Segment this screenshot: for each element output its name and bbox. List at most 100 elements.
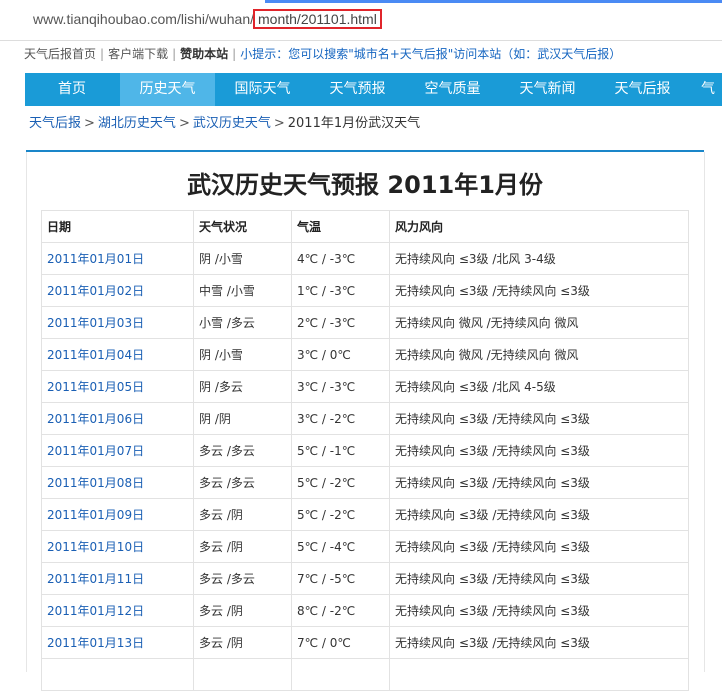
table-row: 2011年01月02日 中雪 /小雪 1℃ / -3℃ 无持续风向 ≤3级 /无持续风…: [41, 274, 689, 307]
date-link[interactable]: 2011年01月04日: [47, 348, 144, 362]
cell-date: 2011年01月11日: [41, 562, 194, 595]
table-row: 2011年01月06日 阴 /阴 3℃ / -2℃ 无持续风向 ≤3级 /无持续风向 …: [41, 402, 689, 435]
breadcrumb-separator: >: [178, 116, 190, 131]
cell-temperature: 8℃ / -2℃: [291, 594, 390, 627]
column-header-temperature: 气温: [291, 210, 390, 243]
date-link[interactable]: 2011年01月02日: [47, 284, 144, 298]
breadcrumb-current: 2011年1月份武汉天气: [287, 116, 421, 131]
table-row: 2011年01月05日 阴 /多云 3℃ / -3℃ 无持续风向 ≤3级 /北风 4-…: [41, 370, 689, 403]
cell-temperature: 3℃ / -3℃: [291, 370, 390, 403]
search-tip: 小提示：您可以搜索"城市名+天气后报"访问本站（如：武汉天气后报）: [240, 47, 622, 61]
nav-item-more[interactable]: 气: [701, 73, 722, 106]
cell-temperature: 1℃ / -3℃: [291, 274, 390, 307]
cell-date: 2011年01月02日: [41, 274, 194, 307]
cell-temperature: 4℃ / -3℃: [291, 242, 390, 275]
cell-date: [41, 658, 194, 691]
weather-table: 日期 天气状况 气温 风力风向 2011年01月01日阴 /小雪 4℃ / -3℃…: [41, 210, 689, 691]
page-title: 武汉历史天气预报 2011年1月份: [187, 171, 543, 199]
cell-condition: 多云 /多云: [193, 562, 292, 595]
cell-date: 2011年01月10日: [41, 530, 194, 563]
cell-date: 2011年01月12日: [41, 594, 194, 627]
cell-temperature: 5℃ / -1℃: [291, 434, 390, 467]
breadcrumb-separator: >: [273, 116, 285, 131]
table-row: 2011年01月10日 多云 /阴 5℃ / -4℃ 无持续风向 ≤3级 /无持续风向…: [41, 530, 689, 563]
nav-item-forecast[interactable]: 天气预报: [310, 73, 405, 106]
cell-date: 2011年01月05日: [41, 370, 194, 403]
cell-condition: 阴 /小雪: [193, 242, 292, 275]
table-row: 2011年01月12日 多云 /阴 8℃ / -2℃ 无持续风向 ≤3级 /无持续风向…: [41, 594, 689, 627]
table-body: 2011年01月01日阴 /小雪 4℃ / -3℃ 无持续风向 ≤3级 /北风 3-…: [41, 242, 689, 691]
breadcrumb: 天气后报 > 湖北历史天气 > 武汉历史天气 >2011年1月份武汉天气: [29, 112, 420, 131]
cell-condition: 阴 /小雪: [193, 338, 292, 371]
date-link[interactable]: 2011年01月10日: [47, 540, 144, 554]
table-row: 2011年01月07日 多云 /多云 5℃ / -1℃ 无持续风向 ≤3级 /无持续风…: [41, 434, 689, 467]
cell-condition: 多云 /阴: [193, 530, 292, 563]
cell-wind: 无持续风向 ≤3级 /北风 3-4级: [389, 242, 689, 275]
browser-tab-strip: [265, 0, 722, 3]
cell-condition: 多云 /多云: [193, 434, 292, 467]
date-link[interactable]: 2011年01月07日: [47, 444, 144, 458]
date-link[interactable]: 2011年01月01日: [47, 252, 144, 266]
cell-date: 2011年01月06日: [41, 402, 194, 435]
address-bar[interactable]: www.tianqihoubao.com/lishi/wuhan/month/2…: [0, 0, 722, 42]
url-text[interactable]: www.tianqihoubao.com/lishi/wuhan/month/2…: [33, 9, 382, 29]
cell-condition: [193, 658, 292, 691]
table-row: 2011年01月13日 多云 /阴 7℃ / 0℃ 无持续风向 ≤3级 /无持续风向 …: [41, 626, 689, 659]
url-highlight: month/201101.html: [253, 9, 382, 29]
column-header-wind: 风力风向: [389, 210, 689, 243]
date-link[interactable]: 2011年01月08日: [47, 476, 144, 490]
cell-temperature: 3℃ / -2℃: [291, 402, 390, 435]
sponsor-link[interactable]: 赞助本站: [180, 47, 228, 61]
top-links-bar: 天气后报首页 | 客户端下载 | 赞助本站 | 小提示：您可以搜索"城市名+天气后报"访问本…: [0, 42, 722, 66]
date-link[interactable]: 2011年01月03日: [47, 316, 144, 330]
main-nav: 首页 历史天气 国际天气 天气预报 空气质量 天气新闻 天气后报 气: [25, 73, 722, 106]
cell-temperature: 7℃ / 0℃: [291, 626, 390, 659]
cell-wind: [389, 658, 689, 691]
cell-condition: 多云 /阴: [193, 626, 292, 659]
cell-date: 2011年01月07日: [41, 434, 194, 467]
breadcrumb-wuhan[interactable]: 武汉历史天气: [193, 116, 271, 131]
home-link[interactable]: 天气后报首页: [24, 47, 96, 61]
date-link[interactable]: 2011年01月13日: [47, 636, 144, 650]
cell-wind: 无持续风向 ≤3级 /无持续风向 ≤3级: [389, 434, 689, 467]
client-download-link[interactable]: 客户端下载: [108, 47, 168, 61]
address-divider: [0, 40, 722, 41]
nav-item-houbao[interactable]: 天气后报: [595, 73, 690, 106]
date-link[interactable]: 2011年01月12日: [47, 604, 144, 618]
cell-wind: 无持续风向 ≤3级 /无持续风向 ≤3级: [389, 498, 689, 531]
cell-wind: 无持续风向 微风 /无持续风向 微风: [389, 338, 689, 371]
breadcrumb-hubei[interactable]: 湖北历史天气: [98, 116, 176, 131]
table-row: 2011年01月01日 阴 /小雪 4℃ / -3℃ 无持续风向 ≤3级 /北风 3-…: [41, 242, 689, 275]
cell-temperature: 7℃ / -5℃: [291, 562, 390, 595]
separator: |: [172, 47, 177, 61]
cell-condition: 多云 /多云: [193, 466, 292, 499]
cell-date: 2011年01月08日: [41, 466, 194, 499]
nav-item-home[interactable]: 首页: [25, 73, 119, 106]
breadcrumb-separator: >: [84, 116, 95, 131]
date-link[interactable]: 2011年01月09日: [47, 508, 144, 522]
cell-condition: 阴 /多云: [193, 370, 292, 403]
cell-temperature: [291, 658, 390, 691]
date-link[interactable]: 2011年01月11日: [47, 572, 144, 586]
cell-wind: 无持续风向 ≤3级 /无持续风向 ≤3级: [389, 594, 689, 627]
nav-item-history[interactable]: 历史天气: [120, 73, 215, 106]
cell-temperature: 5℃ / -2℃: [291, 498, 390, 531]
cell-temperature: 5℃ / -2℃: [291, 466, 390, 499]
column-header-date: 日期: [41, 210, 194, 243]
table-row: 2011年01月08日 多云 /多云 5℃ / -2℃ 无持续风向 ≤3级 /无持续风…: [41, 466, 689, 499]
cell-condition: 多云 /阴: [193, 594, 292, 627]
separator: |: [232, 47, 237, 61]
nav-item-news[interactable]: 天气新闻: [500, 73, 595, 106]
breadcrumb-houbao[interactable]: 天气后报: [29, 116, 81, 131]
cell-date: 2011年01月13日: [41, 626, 194, 659]
nav-item-air-quality[interactable]: 空气质量: [405, 73, 500, 106]
date-link[interactable]: 2011年01月06日: [47, 412, 144, 426]
table-row: 2011年01月04日 阴 /小雪 3℃ / 0℃ 无持续风向 微风 /无持续风向 微…: [41, 338, 689, 371]
cell-date: 2011年01月03日: [41, 306, 194, 339]
table-header-row: 日期 天气状况 气温 风力风向: [41, 210, 689, 243]
separator: |: [100, 47, 105, 61]
cell-date: 2011年01月09日: [41, 498, 194, 531]
date-link[interactable]: 2011年01月05日: [47, 380, 144, 394]
cell-wind: 无持续风向 ≤3级 /无持续风向 ≤3级: [389, 530, 689, 563]
nav-item-international[interactable]: 国际天气: [215, 73, 310, 106]
